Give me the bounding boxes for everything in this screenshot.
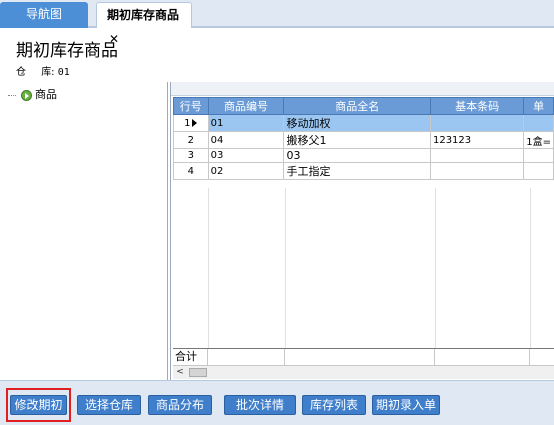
footer-cell [435,349,530,365]
column-header-goods-name[interactable]: 商品全名 [283,97,431,115]
grid-footer-row: 合计 [173,348,554,365]
current-row-arrow-icon [192,118,198,127]
column-header-row-number[interactable]: 行号 [173,97,209,115]
table-row[interactable]: 4 02 手工指定 [173,162,554,180]
goods-code-cell[interactable]: 02 [207,162,285,180]
column-header-unit[interactable]: 单 [523,97,554,115]
warehouse-info: 仓 库: 01 [16,63,70,78]
row-number-cell: 3 [173,148,209,163]
page-title: 期初库存商品 [16,41,118,61]
scroll-left-icon[interactable]: < [173,366,187,379]
horizontal-scrollbar[interactable]: < [173,365,554,379]
grid-column-divider [285,188,286,348]
goods-name-cell[interactable]: 手工指定 [283,162,431,180]
table-row[interactable]: 2 04 搬移父1 123123 1盒= [173,131,554,149]
goods-code-cell[interactable]: 03 [207,148,285,163]
warehouse-label-2: 库: [41,67,55,78]
barcode-cell[interactable] [429,114,525,132]
tree-node-label: 商品 [35,88,57,101]
grid-column-divider [435,188,436,348]
footer-cell [285,349,435,365]
goods-code-cell[interactable]: 04 [207,131,285,149]
barcode-cell[interactable]: 123123 [429,131,525,149]
unit-cell[interactable]: 1盒= [523,131,554,149]
tree-connector [8,94,16,96]
row-number-cell: 2 [173,131,209,149]
tab-navigation[interactable]: 导航图 [0,2,88,28]
goods-table: 行号 商品编号 商品全名 基本条码 单 1 01 移动加权 2 04 搬移父1 … [173,97,554,180]
barcode-cell[interactable] [429,162,525,180]
unit-cell[interactable] [523,162,554,180]
tree-node-goods[interactable]: 商品 [8,86,57,102]
warehouse-label-1: 仓 [16,67,26,78]
grid-column-divider [208,188,209,348]
goods-grid: 行号 商品编号 商品全名 基本条码 单 1 01 移动加权 2 04 搬移父1 … [170,82,554,380]
tab-initial-inventory-goods[interactable]: 期初库存商品 ✕ [96,2,192,46]
goods-code-cell[interactable]: 01 [207,114,285,132]
goods-name-cell[interactable]: 03 [283,148,431,163]
goods-name-cell[interactable]: 移动加权 [283,114,431,132]
table-header-row: 行号 商品编号 商品全名 基本条码 单 [173,97,554,115]
row-number-cell: 1 [173,114,209,132]
scrollbar-thumb[interactable] [189,368,207,377]
warehouse-value: 01 [57,67,70,78]
goods-tree-panel: 商品 [0,82,168,380]
barcode-cell[interactable] [429,148,525,163]
action-button-bar: 修改期初 选择仓库 商品分布 批次详情 库存列表 期初录入单 [0,380,554,425]
table-row[interactable]: 1 01 移动加权 [173,114,554,132]
unit-cell[interactable] [523,148,554,163]
column-header-barcode[interactable]: 基本条码 [429,97,525,115]
table-row[interactable]: 3 03 03 [173,148,554,163]
goods-name-cell[interactable]: 搬移父1 [283,131,431,149]
grid-column-divider [530,188,531,348]
row-number-cell: 4 [173,162,209,180]
unit-cell[interactable] [523,114,554,132]
initial-entry-button[interactable]: 期初录入单 [372,395,440,415]
grid-top-strip [171,82,554,96]
select-warehouse-button[interactable]: 选择仓库 [77,395,141,415]
tab-active-label: 期初库存商品 [107,8,180,22]
tab-bar: 导航图 期初库存商品 ✕ [0,0,554,46]
inventory-list-button[interactable]: 库存列表 [302,395,366,415]
modify-initial-button[interactable]: 修改期初 [10,395,67,415]
goods-distribution-button[interactable]: 商品分布 [148,395,212,415]
footer-cell [208,349,285,365]
batch-details-button[interactable]: 批次详情 [224,395,296,415]
column-header-goods-code[interactable]: 商品编号 [207,97,285,115]
footer-total-label: 合计 [173,349,208,365]
goods-node-icon [20,89,32,101]
tab-navigation-label: 导航图 [25,7,62,21]
